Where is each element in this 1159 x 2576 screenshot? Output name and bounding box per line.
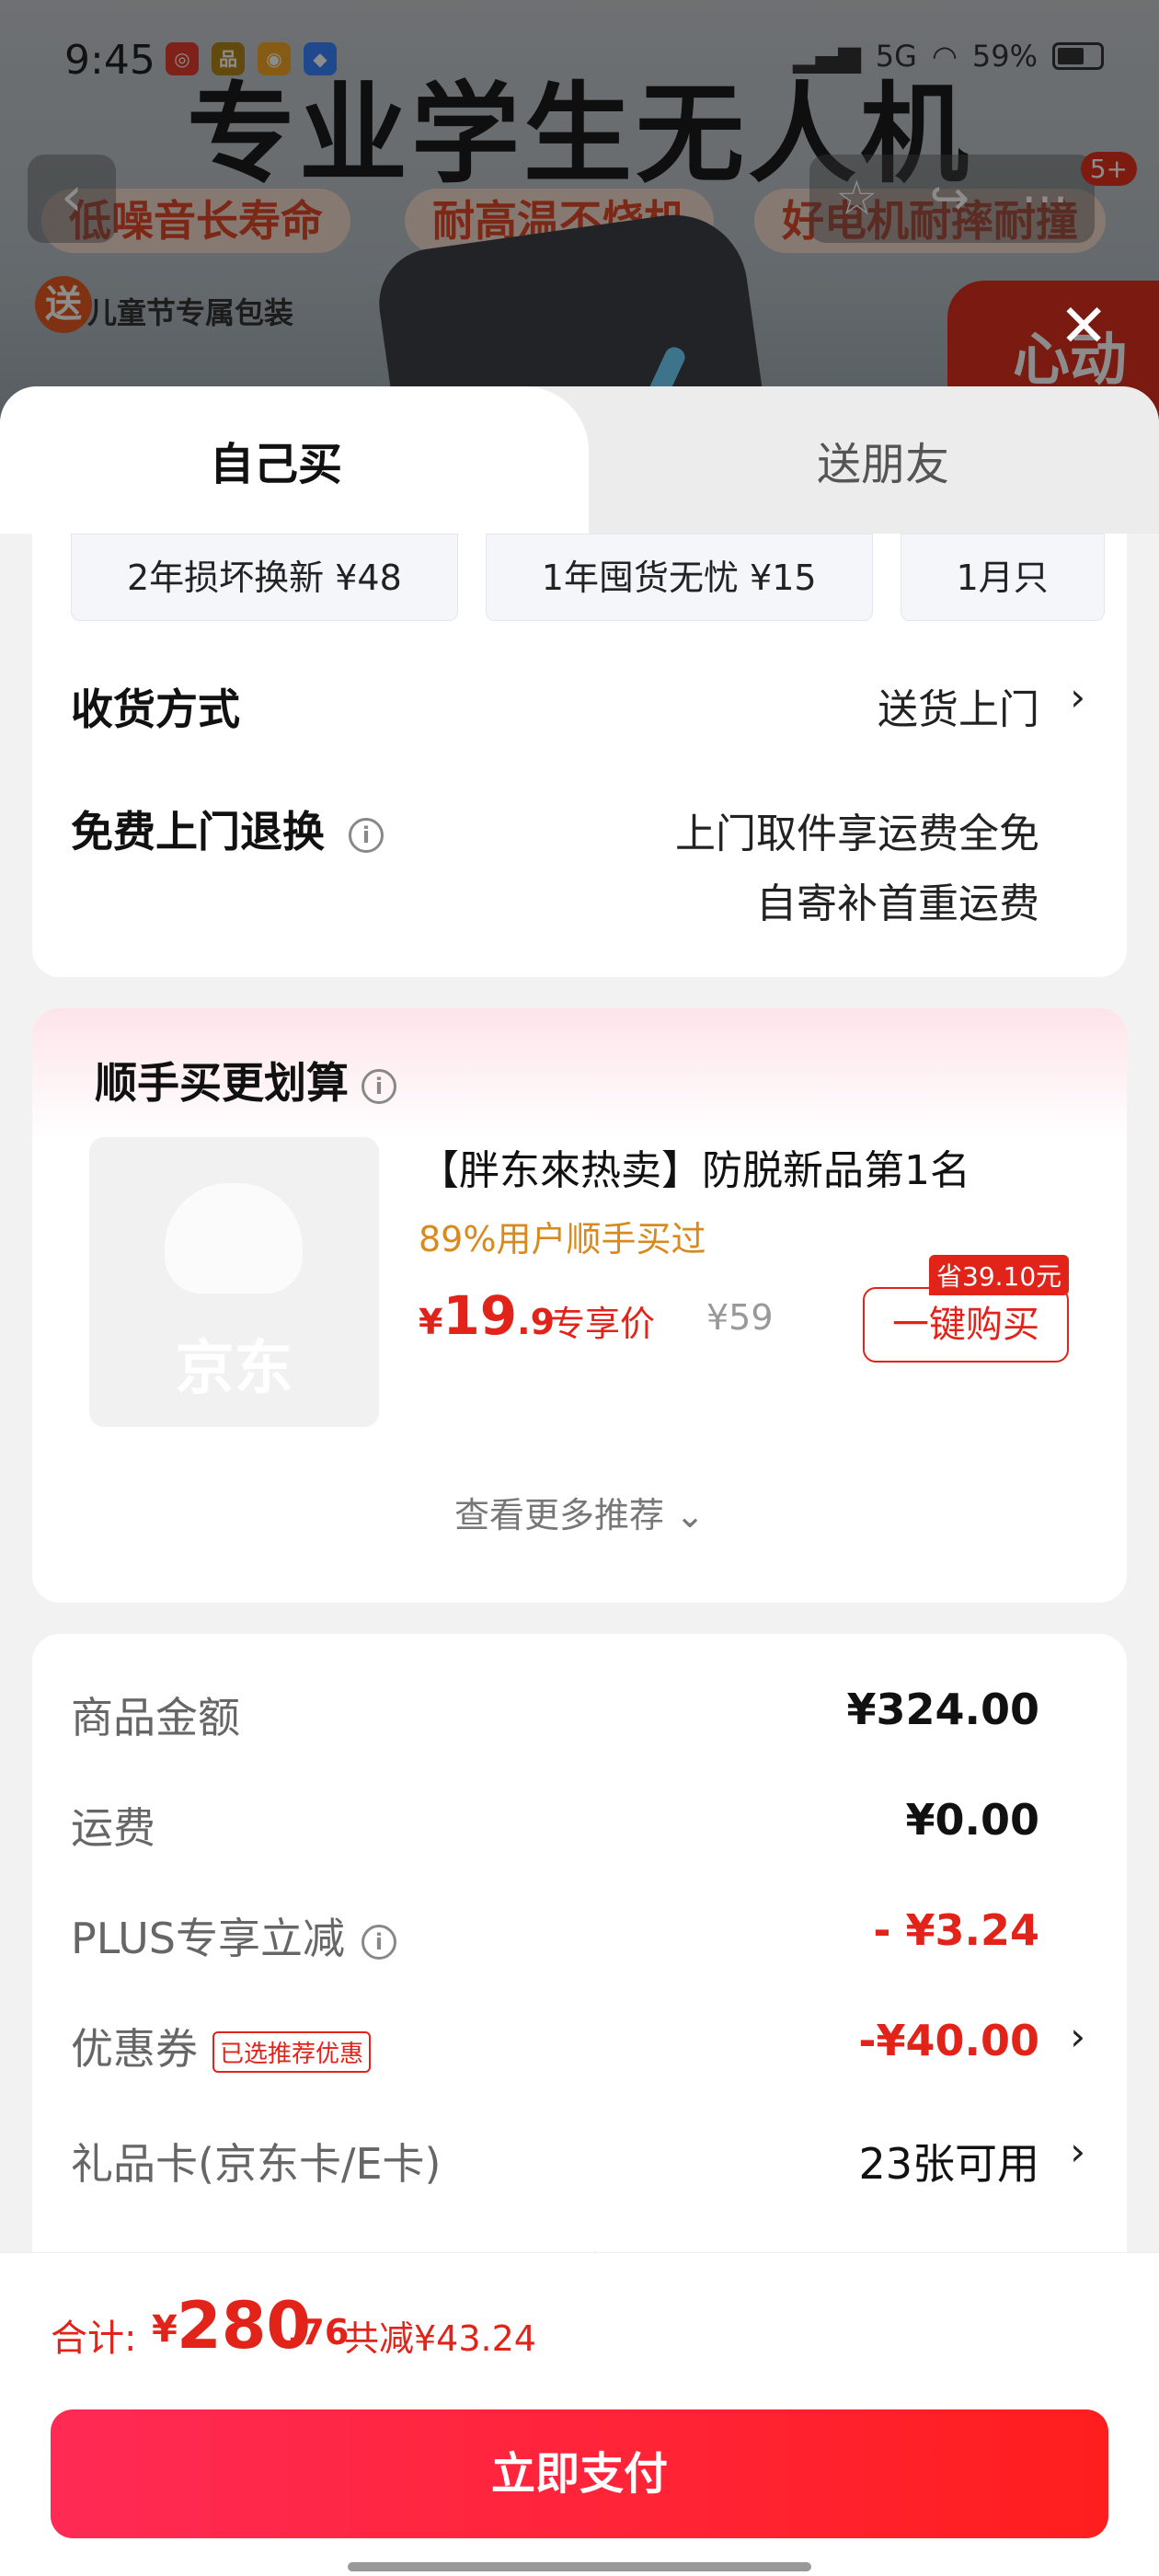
service-chip-stock[interactable]: 1年囤货无忧 ¥15 (485, 534, 873, 621)
product-price: ¥19.9 (419, 1284, 555, 1347)
product-buyers: 89%用户顺手买过 (419, 1219, 706, 1259)
chevron-right-icon[interactable]: › (1070, 2014, 1085, 2059)
chevron-right-icon[interactable]: › (1070, 2129, 1085, 2174)
pay-now-button[interactable]: 立即支付 (51, 2409, 1108, 2538)
recommend-title-text: 顺手买更划算 (95, 1058, 349, 1108)
info-icon[interactable]: i (361, 1924, 396, 1960)
exclusive-price-label: 专享价 (550, 1304, 656, 1344)
original-price: ¥59 (706, 1297, 774, 1338)
home-indicator[interactable] (348, 2562, 811, 2571)
info-icon[interactable]: i (361, 1068, 396, 1104)
goods-amount-label: 商品金额 (71, 1693, 240, 1742)
freight-value: ¥0.00 (905, 1795, 1039, 1845)
order-options-card: 2年损坏换新 ¥48 1年囤货无忧 ¥15 1月只 收货方式 送货上门 › 免费… (32, 534, 1127, 977)
checkout-footer: 合计: ¥ 280 .76 共减¥43.24 立即支付 (0, 2252, 1159, 2576)
plus-discount-value: - ¥3.24 (873, 1905, 1039, 1955)
return-label: 免费上门退换 i (71, 799, 384, 859)
dim-overlay[interactable] (0, 0, 1159, 432)
price-integer: 19 (442, 1284, 518, 1347)
return-line-2: 自寄补首重运费 (756, 880, 1039, 927)
return-line-1: 上门取件享运费全免 (675, 811, 1039, 857)
coupon-value[interactable]: -¥40.00 (858, 2016, 1039, 2065)
checkout-sheet: 自己买 送朋友 2年损坏换新 ¥48 1年囤货无忧 ¥15 1月只 收货方式 送… (0, 386, 1159, 2576)
total-saved[interactable]: 共减¥43.24 (344, 2310, 536, 2361)
price-currency: ¥ (419, 1302, 443, 1342)
tab-friend[interactable]: 送朋友 (817, 428, 949, 492)
product-image[interactable]: 京东 (89, 1137, 379, 1427)
close-icon[interactable]: ✕ (1059, 293, 1108, 361)
total-label: 合计: (51, 2317, 137, 2360)
product-banner: 专业学生无人机 低噪音长寿命 耐高温不烧机 好电机耐摔耐撞 送 儿童节专属包装 … (0, 0, 1159, 432)
freight-label: 运费 (71, 1803, 155, 1853)
recommend-title: 顺手买更划算 i (95, 1050, 396, 1110)
service-chip-month[interactable]: 1月只 (900, 534, 1105, 621)
jd-mascot-icon (165, 1183, 303, 1294)
delivery-value[interactable]: 送货上门 (878, 676, 1039, 735)
service-options: 2年损坏换新 ¥48 1年囤货无忧 ¥15 1月只 (71, 534, 1159, 621)
price-decimal: .9 (517, 1302, 556, 1342)
delivery-label: 收货方式 (71, 684, 240, 734)
tab-self-label[interactable]: 自己买 (210, 428, 342, 492)
coupon-label: 优惠券 已选推荐优惠 (71, 2016, 372, 2076)
purchase-tabs: 自己买 送朋友 (0, 386, 1159, 534)
product-name[interactable]: 【胖东來热卖】防脱新品第1名 (419, 1137, 970, 1196)
goods-amount-value: ¥324.00 (846, 1685, 1039, 1734)
more-recommend-link[interactable]: 查看更多推荐 ⌄ (32, 1487, 1127, 1537)
recommend-card: 顺手买更划算 i 京东 【胖东來热卖】防脱新品第1名 89%用户顺手买过 ¥19.… (32, 1008, 1127, 1603)
gift-card-value[interactable]: 23张可用 (858, 2131, 1039, 2191)
plus-discount-text: PLUS专享立减 (71, 1914, 345, 1963)
total-currency: ¥ (152, 2308, 178, 2351)
info-icon[interactable]: i (349, 817, 384, 853)
one-click-buy-button[interactable]: 一键购买 (863, 1287, 1069, 1363)
coupon-label-text: 优惠券 (71, 2024, 198, 2074)
chevron-right-icon[interactable]: › (1070, 674, 1085, 719)
return-label-text: 免费上门退换 (71, 807, 325, 857)
total-decimal: .76 (287, 2312, 350, 2352)
coupon-recommend-tag: 已选推荐优惠 (212, 2031, 372, 2073)
gift-card-label: 礼品卡(京东卡/E卡) (71, 2139, 442, 2189)
product-image-text: 京东 (175, 1335, 293, 1403)
service-chip-damage[interactable]: 2年损坏换新 ¥48 (71, 534, 458, 621)
plus-discount-label: PLUS专享立减 i (71, 1905, 396, 1966)
save-badge: 省39.10元 (929, 1255, 1070, 1295)
